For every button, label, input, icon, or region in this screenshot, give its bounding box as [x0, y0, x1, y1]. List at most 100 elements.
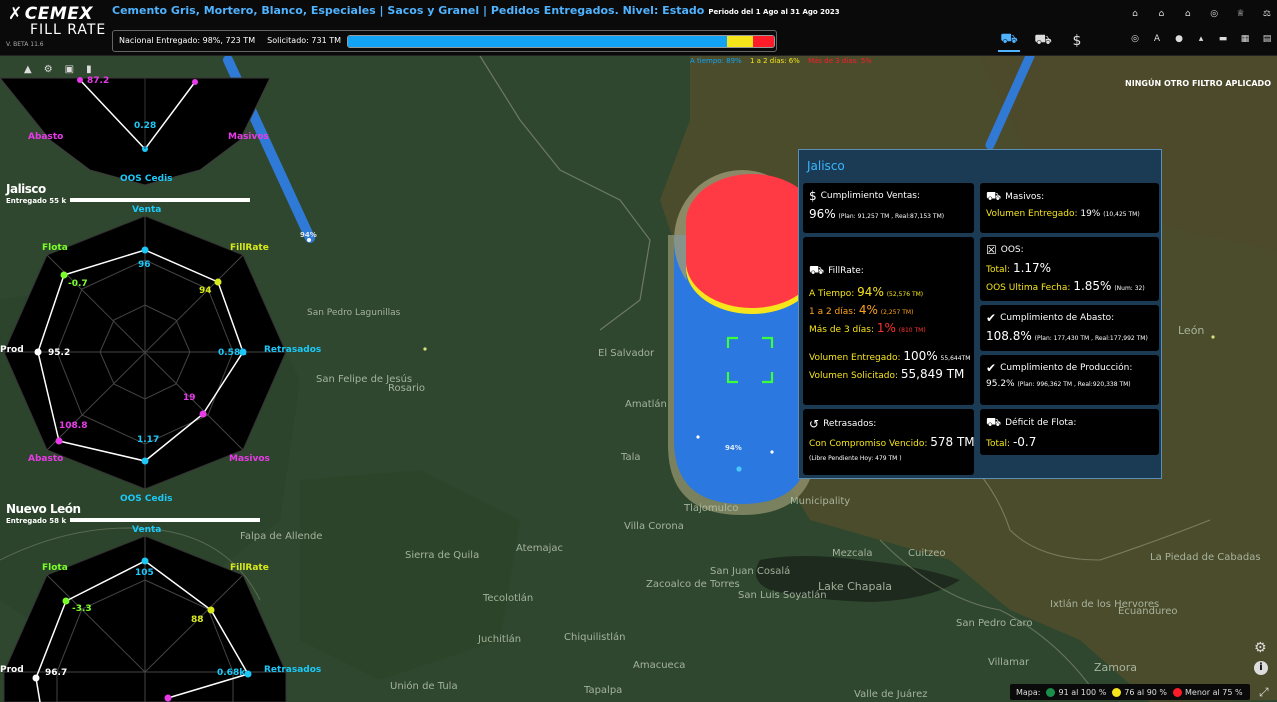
- radar-top-panel: 87.2 0.28 Abasto Masivos OOS Cedis: [0, 60, 290, 190]
- radar-retrasados-val: 0.58k: [218, 348, 247, 358]
- location-arrow-icon[interactable]: ◎: [1127, 33, 1143, 45]
- right-toolbar: ⌂ ⌂ ⌂ ◎ ♕ ⚖ ◎ A ● ▴ ▬ ▦ ▤: [1127, 8, 1275, 58]
- card-abasto: ✔ Cumplimiento de Abasto: 108.8% (Plan: 1…: [980, 305, 1159, 351]
- check-factory-icon: ✔: [986, 361, 997, 375]
- oos-fecha-label: OOS Ultima Fecha:: [986, 283, 1071, 293]
- radar-prod-label: Prod: [0, 665, 24, 675]
- dollar-bag-icon[interactable]: $: [1066, 30, 1088, 52]
- home-icon[interactable]: ⌂: [1127, 8, 1143, 20]
- card-title: Retrasados:: [823, 419, 877, 429]
- radar-abasto-label: Abasto: [28, 454, 64, 464]
- progress-segment: [727, 36, 753, 47]
- cemex-logo: ✗ CEMEX FILL RATE V. BETA 11.6: [6, 4, 106, 48]
- card-title: Cumplimiento Ventas:: [820, 191, 920, 201]
- radar-abasto-val: 108.8: [59, 421, 88, 431]
- card-fillrate: ⛟ FillRate: A Tiempo: 94% (52,576 TM) 1 a…: [803, 237, 974, 405]
- place-label: Villamar: [988, 657, 1030, 668]
- flota-total-value: -0.7: [1012, 435, 1037, 449]
- a-tiempo-value: 94%: [857, 285, 884, 299]
- national-legend: A tiempo: 89% 1 a 2 días: 6% Más de 3 dí…: [690, 57, 878, 65]
- place-label: Lake Chapala: [818, 580, 893, 593]
- card-icon[interactable]: ▬: [1215, 33, 1231, 45]
- solicitado-label: Volumen Solicitado:: [809, 371, 899, 381]
- radar-masivos-label: Masivos: [229, 454, 270, 464]
- info-icon[interactable]: i: [1254, 661, 1268, 675]
- card-ventas: $ Cumplimiento Ventas: 96% (Plan: 91,257 …: [803, 183, 974, 233]
- truck-icon: ⛟: [986, 189, 1002, 203]
- card-oos: ☒ OOS: Total: 1.17% OOS Ultima Fecha: 1.8…: [980, 237, 1159, 301]
- place-label: Ecuandureo: [1118, 606, 1178, 617]
- ventas-value: 96%: [809, 207, 836, 221]
- ventas-detail: (Plan: 91,257 TM , Real:87,153 TM): [838, 213, 945, 220]
- cemex-mark-icon: ✗: [8, 4, 23, 24]
- gear-icon[interactable]: ⚙: [1254, 640, 1267, 656]
- period-text: Periodo del 1 Ago al 31 Ago 2023: [708, 8, 840, 16]
- jalisco-cylinder[interactable]: [668, 170, 818, 515]
- scale-icon[interactable]: ⚖: [1259, 8, 1275, 20]
- radar-venta-val: 96: [138, 260, 151, 270]
- place-label: San Felipe de Jesús: [316, 374, 413, 385]
- legend-item: Menor al 75 %: [1173, 687, 1243, 697]
- legend-item: 76 al 90 %: [1112, 687, 1167, 697]
- radar-venta-label: Venta: [132, 525, 162, 535]
- place-label: Chiquilistlán: [564, 632, 626, 643]
- place-label: Valle de Juárez: [854, 689, 928, 700]
- check-truck-icon: ✔: [986, 311, 997, 325]
- truck-clock-icon[interactable]: ⛟: [998, 30, 1020, 52]
- place-label: Tlajomulco: [684, 503, 739, 514]
- progress-segment: [348, 36, 728, 47]
- radar-fillrate-val: 94: [199, 286, 212, 296]
- radar-flota-label: Flota: [42, 243, 68, 253]
- chart-icon[interactable]: ▦: [1237, 33, 1253, 45]
- dollar-doc-icon: $: [809, 189, 817, 203]
- national-entregado: Nacional Entregado: 98%, 723 TM: [119, 36, 256, 45]
- retrasados-detail: (Libre Pendiente Hoy: 479 TM ): [809, 455, 902, 462]
- split-home-icon[interactable]: ⌂: [1153, 8, 1169, 20]
- legend-label: Mapa:: [1016, 687, 1041, 697]
- fullscreen-icon[interactable]: ⤢: [1259, 685, 1269, 700]
- place-label: Municipality: [790, 496, 851, 507]
- radar-flota-val: -0.7: [68, 279, 88, 289]
- oos-total-value: 1.17%: [1012, 261, 1052, 275]
- radar-fillrate-label: FillRate: [230, 243, 269, 253]
- pin-icon[interactable]: ●: [1171, 33, 1187, 45]
- location-pin-icon[interactable]: ◎: [1206, 8, 1222, 20]
- warehouse-arrow-icon[interactable]: ⌂: [1180, 8, 1196, 20]
- place-label: El Salvador: [598, 348, 655, 359]
- national-solicitado: Solicitado: 731 TM: [267, 36, 341, 45]
- water-icon[interactable]: ▴: [1193, 33, 1209, 45]
- place-label: Zamora: [1094, 661, 1137, 674]
- place-label: Mezcala: [832, 548, 873, 559]
- place-label: Amacueca: [633, 660, 686, 671]
- delivery-truck-icon[interactable]: ⛟: [1032, 30, 1054, 52]
- calendar-icon[interactable]: ▤: [1259, 33, 1275, 45]
- progress-segment: [752, 36, 774, 47]
- flota-total-label: Total:: [986, 439, 1011, 449]
- radar-retrasados-val: 0.68k: [217, 668, 246, 678]
- radar-fillrate-val: 88: [191, 615, 204, 625]
- entregado-label: Volumen Entregado:: [809, 353, 901, 363]
- radar-flota-val: -3.3: [72, 604, 92, 614]
- legend-a-tiempo: A tiempo: 89%: [690, 57, 742, 65]
- a-tiempo-detail: (52,576 TM): [886, 291, 924, 298]
- solicitado-value: 55,849 TM: [900, 367, 965, 381]
- trophy-icon[interactable]: ♕: [1233, 8, 1249, 20]
- radar-top-abasto-label: Abasto: [28, 132, 64, 142]
- masivos-value: 19%: [1080, 209, 1101, 219]
- app-version: V. BETA 11.6: [6, 41, 44, 48]
- produccion-value: 95.2%: [986, 379, 1015, 389]
- cylinder-label: 94%: [725, 444, 742, 452]
- masivos-detail: (10,425 TM): [1103, 211, 1140, 218]
- card-produccion: ✔ Cumplimiento de Producción: 95.2% (Plan…: [980, 355, 1159, 405]
- radar-top-oos-val: 0.28: [134, 121, 157, 131]
- truck-clock-icon: ⛟: [809, 263, 825, 277]
- d3-detail: (810 TM): [898, 327, 926, 334]
- card-title: Déficit de Flota:: [1005, 418, 1077, 428]
- oos-fecha-detail: (Num: 32): [1114, 285, 1145, 292]
- place-label: Cuitzeo: [908, 548, 946, 559]
- radar-nl-panel: Nuevo León Entregado 58 k Venta FillRate…: [0, 500, 321, 702]
- font-icon[interactable]: A: [1149, 33, 1165, 45]
- filter-note: NINGÚN OTRO FILTRO APLICADO: [1125, 79, 1271, 88]
- oos-total-label: Total:: [986, 265, 1011, 275]
- radar-prod-val: 96.7: [45, 668, 68, 678]
